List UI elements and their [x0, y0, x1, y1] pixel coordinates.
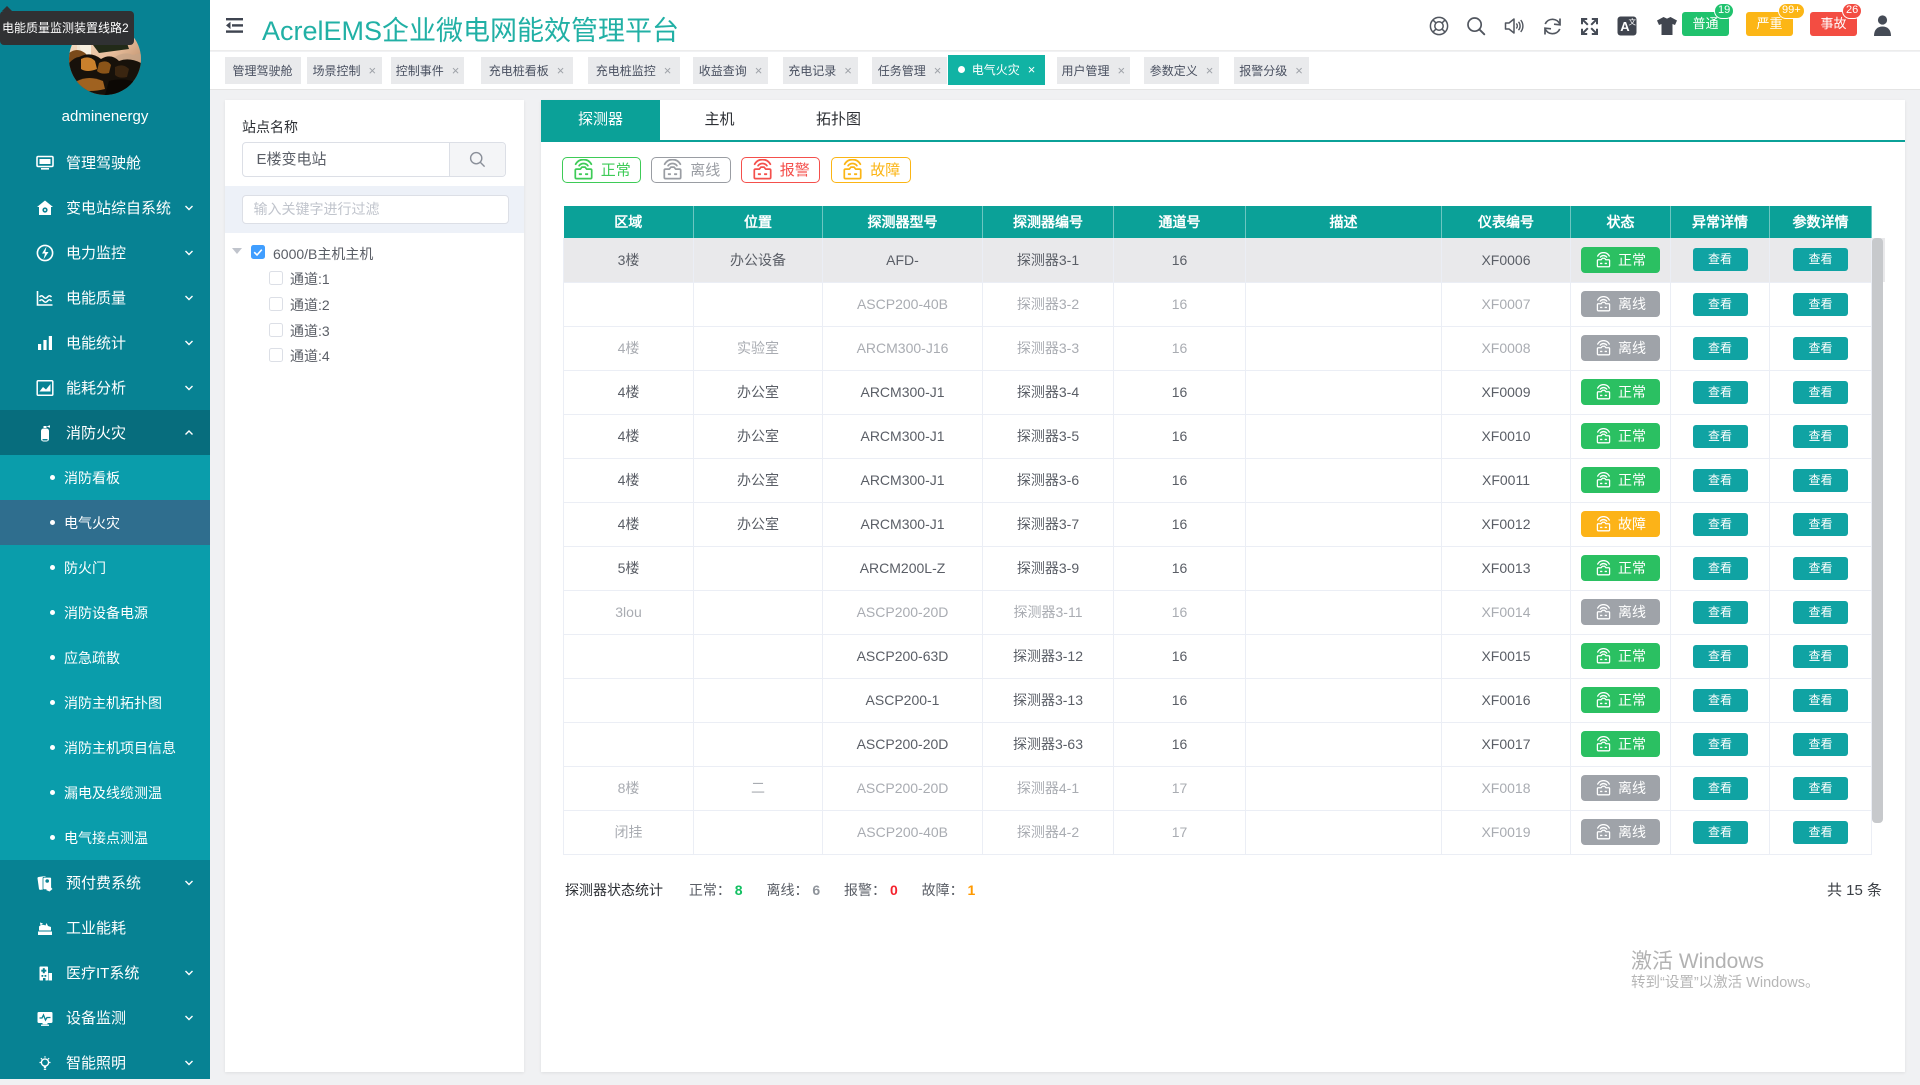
svg-text:文: 文 — [1629, 17, 1637, 27]
